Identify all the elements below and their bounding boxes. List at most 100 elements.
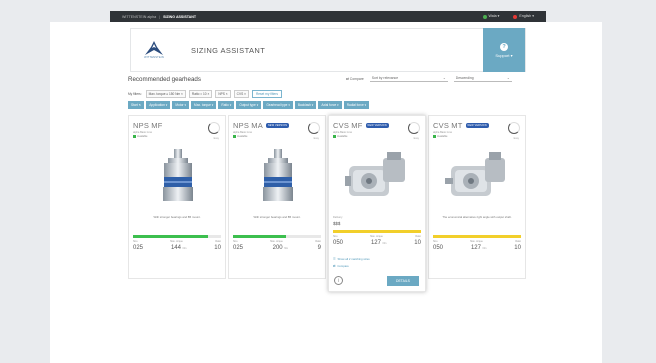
refresh-icon: ↻ [138, 103, 142, 107]
page: WITTENSTEIN SIZING ASSISTANT ? Support ▾… [50, 22, 602, 363]
progress-ring-icon [408, 122, 420, 134]
compare-link[interactable]: ⇄ Compare [346, 77, 364, 81]
difficulty-label: Easy [513, 137, 519, 140]
chevron-down-icon: ▾ [532, 14, 534, 19]
chevron-down-icon: ▾ [497, 14, 500, 19]
right-angle-gearhead-icon [345, 152, 405, 196]
size-value: 025 [133, 245, 144, 251]
chevron-down-icon: ▾ [337, 103, 339, 107]
size-value: 050 [333, 240, 344, 246]
filter-tag[interactable]: Max. torque ≥ 150 Nm × [145, 90, 186, 98]
difficulty-label: Easy [413, 137, 419, 140]
chevron-down-icon: ▾ [311, 103, 314, 107]
breadcrumb-home[interactable]: WITTENSTEIN alpha [122, 15, 156, 19]
language-menu[interactable]: English ▾ [513, 14, 534, 19]
language-label: English [519, 14, 532, 19]
product-image[interactable] [151, 146, 205, 206]
filter-tag[interactable]: NPS × [215, 90, 231, 98]
product-name: NPS MF [133, 121, 163, 130]
user-status-dot [482, 14, 487, 19]
filter-max-torque[interactable]: Max. torque ▾ [191, 101, 217, 109]
section-title: Recommended gearheads [128, 76, 201, 83]
planetary-gearhead-icon [163, 149, 193, 201]
filters-label: My filters: [128, 92, 142, 96]
product-description: With stronger bearings and B5 mount. [253, 215, 301, 219]
torque-value: 127 Nm [370, 240, 387, 246]
price-value: $$$ [333, 221, 341, 226]
match-bar [333, 230, 421, 233]
chevron-down-icon: ⌄ [506, 76, 510, 80]
product-image[interactable] [341, 146, 415, 206]
match-bar-fill [333, 230, 421, 233]
torque-value: 127 Nm [470, 245, 487, 251]
filter-backlash[interactable]: Backlash ▾ [294, 101, 317, 109]
progress-ring-icon [508, 122, 520, 134]
new-version-badge: NEW VERSION [365, 123, 389, 128]
filter-output-type[interactable]: Output type ▾ [236, 101, 262, 109]
sort-select[interactable]: Sort by relevance ⌄ [369, 75, 448, 82]
filter-radial-force[interactable]: Radial force ▾ [343, 101, 370, 109]
user-label: Wala [488, 14, 497, 19]
filter-gearhead-type[interactable]: Gearhead type ▾ [263, 101, 293, 109]
filter-toolbar: Start ↻ Application ▾ Motor ▾ Max. torqu… [128, 101, 370, 109]
match-bar-fill [133, 235, 208, 238]
breadcrumb-separator: | [159, 14, 161, 19]
chevron-down-icon: ▾ [229, 103, 232, 107]
show-sizes-link[interactable]: ☰ Show all 2 matching sizes [333, 257, 370, 261]
chevron-down-icon: ▾ [211, 103, 214, 107]
stat-labels: Size Max. torque Ratio [133, 240, 221, 243]
product-description: With stronger bearings and B5 mount. [153, 215, 201, 219]
product-card-cvs-mt[interactable]: CVS MT NEW VERSION alpha Basic Line Avail… [428, 115, 526, 279]
reset-filters-button[interactable]: Reset my filters [251, 90, 282, 98]
product-line: alpha Basic Line [333, 131, 353, 134]
support-button[interactable]: ? Support ▾ [483, 28, 525, 72]
availability-status: Available [233, 135, 247, 138]
filter-motor[interactable]: Motor ▾ [172, 101, 190, 109]
new-version-badge: NEW VERSION [465, 123, 489, 128]
match-bar [433, 235, 521, 238]
close-icon: × [244, 92, 246, 96]
match-bar-fill [233, 235, 286, 238]
filter-tag[interactable]: CVS × [233, 90, 249, 98]
product-name: CVS MF NEW VERSION [333, 121, 389, 130]
chevron-down-icon: ▾ [184, 103, 187, 107]
product-card-nps-ma[interactable]: NPS MA NEW VERSION alpha Basic Line Avail… [228, 115, 326, 279]
close-icon: × [225, 92, 228, 96]
size-value: 025 [233, 245, 244, 251]
progress-ring-icon [208, 122, 220, 134]
match-bar [233, 235, 321, 238]
logo[interactable]: WITTENSTEIN [139, 35, 169, 65]
product-image[interactable] [251, 146, 305, 206]
product-line: alpha Basic Line [233, 131, 253, 134]
compare-icon: ⇄ [333, 264, 336, 268]
chevron-down-icon: ▾ [165, 103, 168, 107]
filter-tag[interactable]: Ratio = 10 × [188, 90, 213, 98]
help-icon: ? [500, 42, 508, 51]
user-menu[interactable]: Wala ▾ [482, 14, 500, 19]
availability-status: Available [133, 135, 147, 138]
filter-axial-force[interactable]: Axial force ▾ [318, 101, 342, 109]
close-icon: × [181, 92, 183, 96]
order-select[interactable]: Descending ⌄ [453, 75, 512, 82]
product-line: alpha Basic Line [433, 131, 453, 134]
ratio-value: 10 [514, 245, 521, 251]
info-icon[interactable]: i [334, 276, 343, 285]
filter-application[interactable]: Application ▾ [146, 101, 171, 109]
product-card-nps-mf[interactable]: NPS MF alpha Basic Line Available Easy W… [128, 115, 226, 279]
product-image[interactable] [441, 146, 515, 206]
new-version-badge: NEW VERSION [265, 123, 290, 128]
active-filters: My filters: Max. torque ≥ 150 Nm × Ratio… [128, 90, 282, 98]
difficulty-label: Easy [313, 137, 319, 140]
product-card-cvs-mf[interactable]: CVS MF NEW VERSION alpha Basic Line Avail… [328, 115, 426, 292]
details-button[interactable]: DETAILS [387, 276, 419, 286]
price-label: Delivery [333, 216, 343, 219]
start-button[interactable]: Start ↻ [128, 101, 145, 109]
compare-link[interactable]: ⇄ Compare [333, 264, 349, 268]
chevron-down-icon: ▾ [510, 52, 513, 58]
filter-ratio[interactable]: Ratio ▾ [218, 101, 235, 109]
stat-labels: Size Max. torque Ratio [333, 235, 421, 238]
compare-icon: ⇄ [346, 76, 349, 81]
stat-values: 025 200 Nm 9 [233, 245, 321, 251]
logo-icon [145, 41, 163, 55]
product-name: CVS MT NEW VERSION [433, 121, 489, 130]
